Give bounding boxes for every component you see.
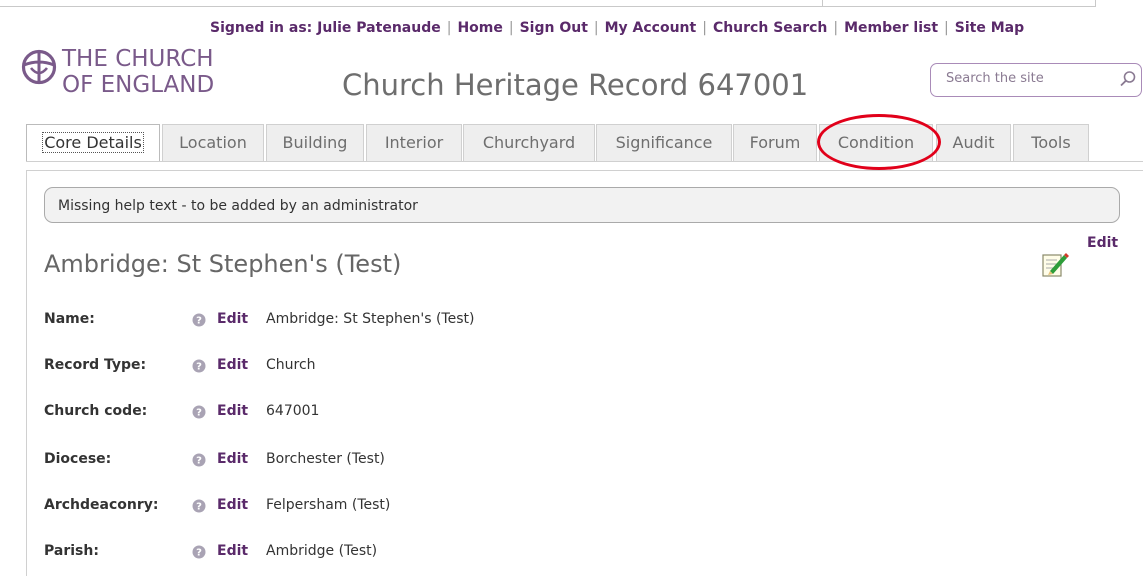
church-cross-icon (21, 49, 57, 85)
field-edit-link[interactable]: Edit (217, 311, 248, 327)
help-question-icon[interactable]: ? (192, 313, 206, 327)
field-edit-link[interactable]: Edit (217, 403, 248, 419)
logo-line-2: OF ENGLAND (62, 72, 215, 98)
top-edge-box (822, 0, 1096, 7)
link-sign-out[interactable]: Sign Out (520, 20, 588, 36)
tab-label: Location (179, 133, 247, 152)
field-label: Church code: (44, 403, 148, 419)
field-value: Felpersham (Test) (266, 497, 391, 513)
tab-core-details[interactable]: Core Details (26, 124, 160, 161)
field-value: 647001 (266, 403, 320, 419)
separator: | (702, 20, 707, 36)
tab-significance[interactable]: Significance (596, 124, 732, 161)
link-member-list[interactable]: Member list (844, 20, 938, 36)
field-label: Diocese: (44, 451, 112, 467)
tab-forum[interactable]: Forum (733, 124, 817, 161)
search-placeholder: Search the site (946, 71, 1044, 86)
help-question-icon[interactable]: ? (192, 545, 206, 559)
tab-label: Interior (384, 133, 444, 152)
field-label: Archdeaconry: (44, 497, 159, 513)
logo-line-1: THE CHURCH (62, 46, 214, 72)
field-label: Record Type: (44, 357, 147, 373)
edit-pencil-icon[interactable] (1040, 249, 1070, 283)
tab-label: Condition (837, 133, 915, 152)
svg-text:?: ? (196, 316, 202, 327)
search-input[interactable]: Search the site (930, 63, 1142, 97)
tab-audit[interactable]: Audit (936, 124, 1011, 161)
browser-top-edge (0, 0, 1143, 8)
tab-location[interactable]: Location (162, 124, 264, 161)
svg-text:?: ? (196, 408, 202, 419)
field-edit-link[interactable]: Edit (217, 497, 248, 513)
help-question-icon[interactable]: ? (192, 405, 206, 419)
separator: | (593, 20, 599, 36)
record-heading: Ambridge: St Stephen's (Test) (44, 250, 402, 278)
separator: | (446, 20, 452, 36)
link-home[interactable]: Home (457, 20, 502, 36)
tab-label: Core Details (42, 132, 144, 153)
tab-label: Tools (1031, 133, 1071, 152)
church-of-england-logo[interactable]: THE CHURCH OF ENGLAND (20, 46, 280, 106)
separator: | (508, 20, 514, 36)
link-church-search[interactable]: Church Search (713, 20, 827, 36)
svg-text:?: ? (196, 502, 202, 513)
help-question-icon[interactable]: ? (192, 359, 206, 373)
svg-text:?: ? (196, 548, 202, 559)
field-edit-link[interactable]: Edit (217, 543, 248, 559)
tab-label: Forum (749, 133, 801, 152)
search-icon[interactable] (1119, 70, 1137, 92)
tab-building[interactable]: Building (266, 124, 364, 161)
field-edit-link[interactable]: Edit (217, 451, 248, 467)
content-panel (26, 170, 1143, 576)
field-edit-link[interactable]: Edit (217, 357, 248, 373)
help-message: Missing help text - to be added by an ad… (44, 187, 1120, 223)
tab-label: Building (282, 133, 348, 152)
utility-nav: Signed in as: Julie Patenaude | Home | Sign … (210, 20, 1143, 40)
tab-bar: Core Details Location Building Interior … (26, 124, 1143, 162)
tab-label: Churchyard (482, 133, 576, 152)
svg-text:?: ? (196, 362, 202, 373)
field-label: Name: (44, 311, 95, 327)
tab-tools[interactable]: Tools (1013, 124, 1089, 161)
field-value: Ambridge (Test) (266, 543, 378, 559)
svg-text:?: ? (196, 456, 202, 467)
tab-condition[interactable]: Condition (819, 124, 933, 161)
separator: | (833, 20, 839, 36)
help-question-icon[interactable]: ? (192, 499, 206, 513)
page-title: Church Heritage Record 647001 (342, 68, 809, 102)
top-edge-bar (0, 0, 822, 7)
field-value: Church (266, 357, 316, 373)
separator: | (944, 20, 949, 36)
link-site-map[interactable]: Site Map (955, 20, 1024, 36)
tab-label: Significance (615, 133, 713, 152)
tab-bar-underline (26, 161, 1143, 162)
edit-record-link[interactable]: Edit (1087, 235, 1118, 251)
field-label: Parish: (44, 543, 99, 559)
tab-churchyard[interactable]: Churchyard (463, 124, 595, 161)
help-question-icon[interactable]: ? (192, 453, 206, 467)
link-my-account[interactable]: My Account (605, 20, 697, 36)
tab-interior[interactable]: Interior (366, 124, 462, 161)
tab-label: Audit (952, 133, 995, 152)
signed-in-label: Signed in as: Julie Patenaude (210, 20, 441, 36)
field-value: Ambridge: St Stephen's (Test) (266, 311, 475, 327)
field-value: Borchester (Test) (266, 451, 385, 467)
